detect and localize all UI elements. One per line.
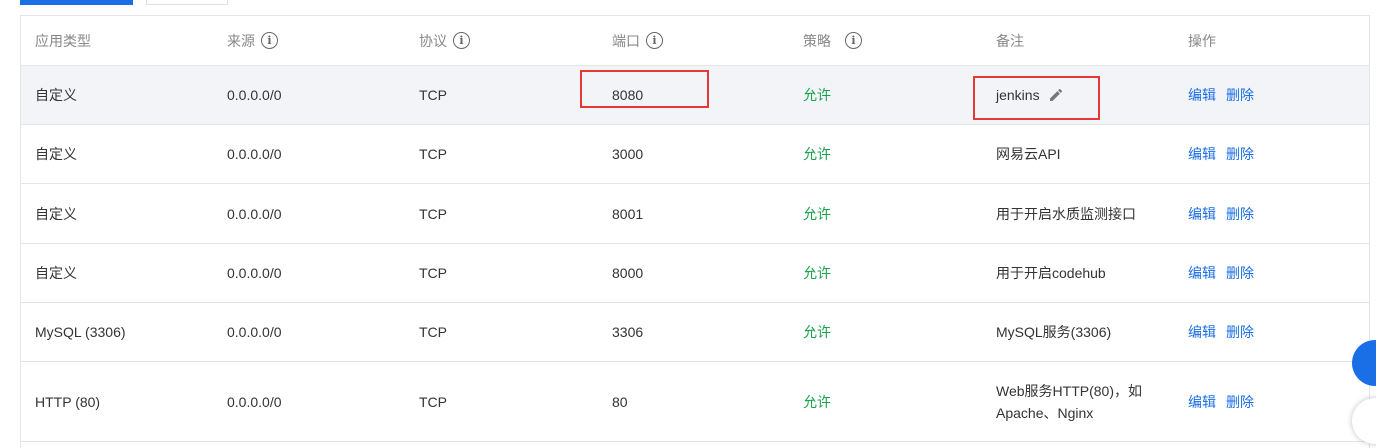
cell-app-type: 自定义 [35,205,77,222]
edit-button[interactable]: 编辑 [1188,85,1216,105]
cell-port: 8000 [612,265,644,281]
table-row: HTTP (80) 0.0.0.0/0 TCP 80 允许 Web服务HTTP(… [21,362,1369,442]
delete-button[interactable]: 删除 [1226,85,1254,105]
edit-button[interactable]: 编辑 [1188,144,1216,164]
cell-policy: 允许 [803,146,831,162]
cell-remark: 用于开启水质监测接口 [996,205,1136,222]
delete-button[interactable]: 删除 [1226,204,1254,224]
cell-app-type: 自定义 [35,265,77,281]
table-row: 自定义 0.0.0.0/0 TCP 8001 允许 用于开启水质监测接口 编辑删… [21,184,1369,244]
table-row: 自定义 0.0.0.0/0 TCP 3000 允许 网易云API 编辑 删除 [21,125,1369,184]
header-policy: 策略 i [803,16,862,65]
header-protocol: 协议 i [419,16,470,65]
cell-app-type: MySQL (3306) [35,324,126,340]
cell-policy: 允许 [803,324,831,340]
table-row: MySQL (3306) 0.0.0.0/0 TCP 3306 允许 MySQL… [21,303,1369,362]
cell-policy: 允许 [803,87,831,103]
cell-protocol: TCP [419,324,447,340]
delete-button[interactable]: 删除 [1226,322,1254,342]
header-actions: 操作 [1188,32,1216,49]
cell-source: 0.0.0.0/0 [227,205,282,222]
cell-port: 3000 [612,146,644,162]
cell-actions: 编辑 删除 [1188,362,1254,441]
edit-button[interactable]: 编辑 [1188,204,1216,224]
cell-protocol: TCP [419,87,447,103]
table-row: 自定义 0.0.0.0/0 TCP 8000 允许 用于开启codehub 编辑… [21,244,1369,303]
cell-actions: 编辑 删除 [1188,66,1254,124]
cell-actions: 编辑 删除 [1188,125,1254,183]
cell-actions: 编辑 删除 [1188,184,1254,243]
cell-remark: 用于开启codehub [996,265,1106,281]
cell-port: 8080 [612,87,644,103]
info-icon[interactable]: i [845,32,862,49]
cell-source: 0.0.0.0/0 [227,87,282,103]
tab-secondary[interactable] [146,0,228,5]
info-icon[interactable]: i [646,32,663,49]
cell-source: 0.0.0.0/0 [227,146,282,162]
cell-remark: 网易云API [996,146,1061,162]
header-app-type: 应用类型 [35,32,91,49]
cell-actions: 编辑 删除 [1188,303,1254,361]
cell-remark: MySQL服务(3306) [996,324,1112,340]
cell-protocol: TCP [419,393,447,410]
delete-button[interactable]: 删除 [1226,263,1254,283]
cell-policy: 允许 [803,265,831,281]
info-icon[interactable]: i [261,32,278,49]
cell-app-type: 自定义 [35,146,77,162]
pencil-icon[interactable] [1048,87,1064,103]
cell-protocol: TCP [419,205,447,222]
edit-button[interactable]: 编辑 [1188,322,1216,342]
delete-button[interactable]: 删除 [1226,144,1254,164]
cell-source: 0.0.0.0/0 [227,393,282,410]
cell-port: 8001 [612,205,644,222]
cell-source: 0.0.0.0/0 [227,265,282,281]
tab-active[interactable] [20,0,133,5]
info-icon[interactable]: i [453,32,470,49]
cell-actions: 编辑 删除 [1188,244,1254,302]
edit-button[interactable]: 编辑 [1188,263,1216,283]
cell-remark: Web服务HTTP(80)，如Apache、Nginx [996,382,1142,421]
table-header: 应用类型 来源 i 协议 i 端口 i 策略 i 备注 操作 [21,16,1369,66]
cell-remark: jenkins [996,66,1064,124]
delete-button[interactable]: 删除 [1226,392,1254,412]
firewall-rules-table: 应用类型 来源 i 协议 i 端口 i 策略 i 备注 操作 自定义 0.0.0.0/0… [20,15,1370,448]
edit-button[interactable]: 编辑 [1188,392,1216,412]
cell-app-type: 自定义 [35,87,77,103]
table-row: 自定义 0.0.0.0/0 TCP 8080 允许 jenkins 编辑 删除 [21,66,1369,125]
cell-port: 3306 [612,324,644,340]
cell-policy: 允许 [803,205,831,222]
cell-port: 80 [612,393,628,410]
cell-policy: 允许 [803,393,831,410]
header-remark: 备注 [996,32,1024,49]
cell-protocol: TCP [419,265,447,281]
cell-app-type: HTTP (80) [35,393,101,410]
header-port: 端口 i [612,16,663,65]
cell-source: 0.0.0.0/0 [227,324,282,340]
cell-protocol: TCP [419,146,447,162]
header-source: 来源 i [227,16,278,65]
